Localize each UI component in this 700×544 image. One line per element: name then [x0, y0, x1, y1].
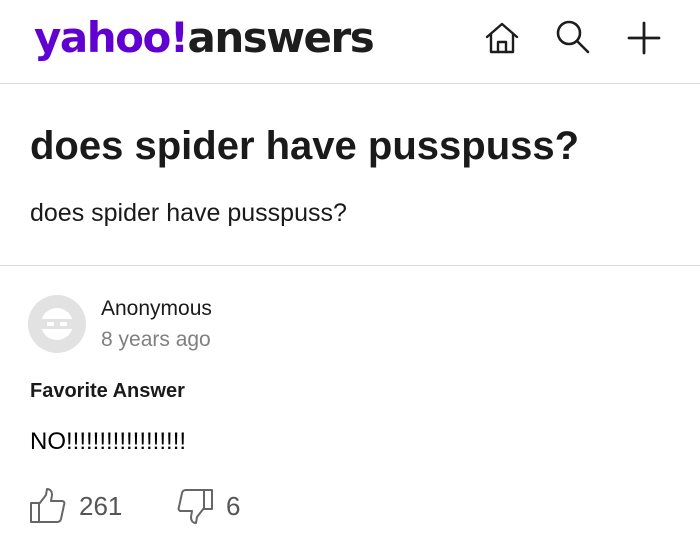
author-name[interactable]: Anonymous	[101, 296, 212, 322]
logo-yahoo-text: yahoo!	[34, 13, 189, 62]
yahoo-answers-logo[interactable]: yahoo!answers	[34, 10, 375, 66]
thumbs-down-icon	[177, 489, 213, 524]
logo-answers-text: answers	[187, 13, 374, 62]
thumbs-down-count: 6	[226, 491, 241, 521]
question-section: does spider have pusspuss? does spider h…	[0, 85, 700, 266]
question-body: does spider have pusspuss?	[30, 199, 347, 227]
home-icon[interactable]	[482, 18, 522, 58]
thumbs-up-icon	[30, 488, 66, 523]
question-title: does spider have pusspuss?	[30, 124, 580, 168]
answer-text: NO!!!!!!!!!!!!!!!!!!	[30, 428, 187, 455]
thumbs-up-button[interactable]: 261	[29, 486, 122, 526]
thumbs-down-button[interactable]: 6	[176, 486, 240, 526]
answer-timestamp: 8 years ago	[101, 328, 211, 351]
anonymous-mask-icon	[41, 308, 73, 340]
favorite-answer-label: Favorite Answer	[30, 380, 185, 402]
search-icon[interactable]	[553, 18, 593, 58]
app-header: yahoo!answers	[0, 0, 700, 84]
avatar[interactable]	[28, 295, 86, 353]
thumbs-up-count: 261	[79, 491, 123, 521]
plus-icon[interactable]	[624, 18, 664, 58]
